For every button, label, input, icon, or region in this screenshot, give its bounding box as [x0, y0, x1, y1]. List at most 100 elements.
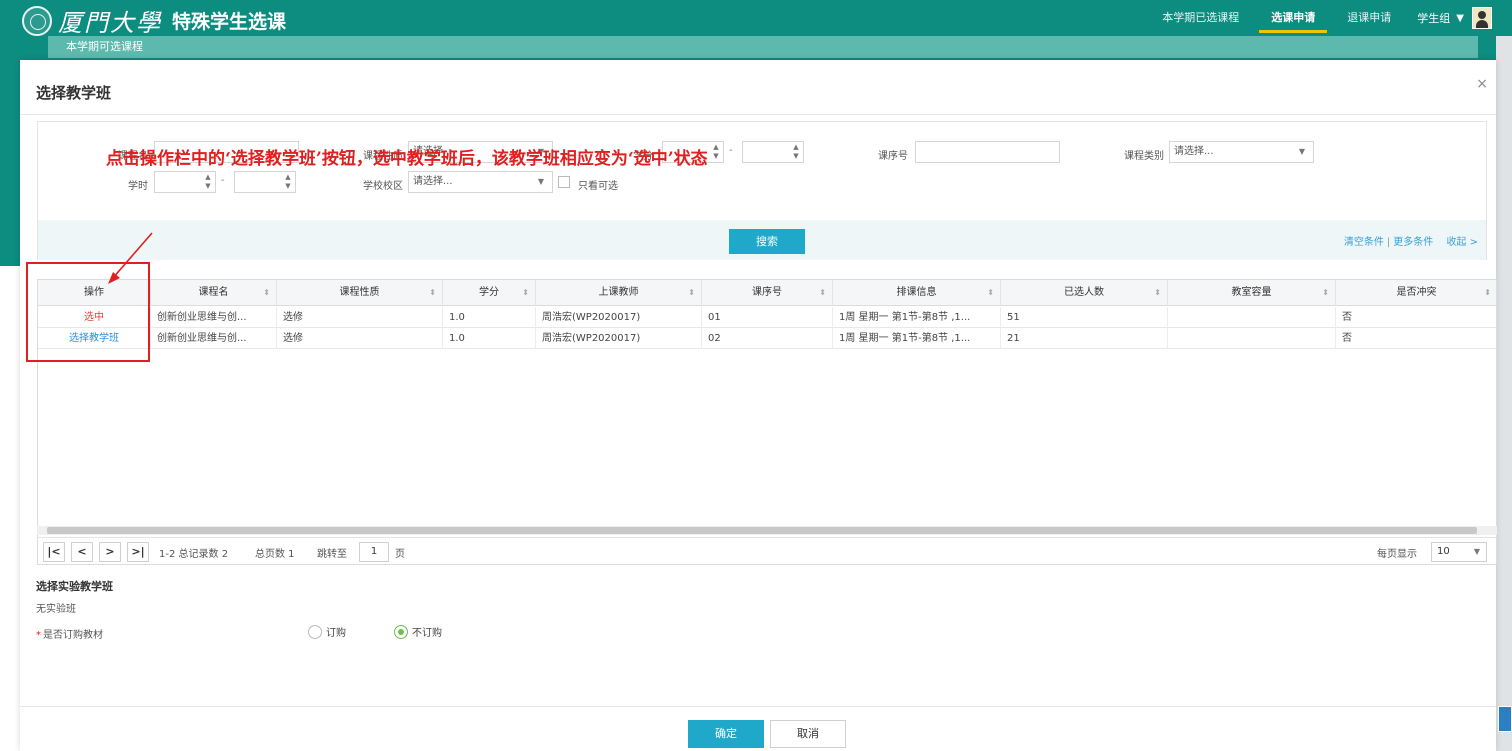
last-page-button[interactable]: >| [127, 542, 149, 562]
textbook-no-order-radio[interactable]: 不订购 [394, 624, 442, 639]
credit-max-stepper[interactable]: ▲ ▼ [742, 141, 804, 163]
goto-page-input[interactable]: 1 [359, 542, 389, 562]
stepper-arrows-icon[interactable]: ▲ ▼ [791, 143, 801, 161]
textbook-order-radio[interactable]: 订购 [308, 624, 346, 639]
search-button[interactable]: 搜索 [729, 229, 805, 254]
nav-course-application[interactable]: 选课申请 [1255, 0, 1331, 36]
cell-schedule: 1周 星期一 第1节-第8节 ,1... [833, 328, 1001, 349]
table-row: 选中 创新创业思维与创... 选修 1.0 周浩宏(WP2020017) 01 … [38, 307, 1496, 328]
link-divider: | [1386, 237, 1391, 248]
sort-icon[interactable]: ⬍ [522, 280, 529, 306]
col-name[interactable]: 课程名 ⬍ [151, 280, 277, 306]
close-icon[interactable]: × [1476, 76, 1488, 92]
textbook-label: * 是否订购教材 [36, 626, 103, 641]
user-name: 学生组 [1417, 12, 1451, 25]
top-bar: 厦門大學 特殊学生选课 本学期已选课程 选课申请 退课申请 学生组 ▼ [0, 0, 1512, 37]
highlight-box [26, 262, 150, 362]
stepper-arrows-icon[interactable]: ▲ ▼ [283, 173, 293, 191]
next-page-button[interactable]: > [99, 542, 121, 562]
chevron-down-icon: ▼ [1473, 547, 1480, 556]
table-row: 选择教学班 创新创业思维与创... 选修 1.0 周浩宏(WP2020017) … [38, 328, 1496, 349]
prev-page-button[interactable]: < [71, 542, 93, 562]
cell-enrolled: 21 [1001, 328, 1168, 349]
sort-icon[interactable]: ⬍ [263, 280, 270, 306]
sort-icon[interactable]: ⬍ [1154, 280, 1161, 306]
hours-label: 学时 [128, 181, 148, 192]
nav-drop-application[interactable]: 退课申请 [1331, 0, 1407, 36]
col-capacity-label: 教室容量 [1231, 287, 1272, 298]
chevron-down-icon: ▼ [1456, 12, 1464, 24]
cell-credit: 1.0 [443, 328, 536, 349]
sort-icon[interactable]: ⬍ [987, 280, 994, 306]
hours-min-stepper[interactable]: ▲ ▼ [154, 171, 216, 193]
col-schedule-label: 排课信息 [896, 287, 937, 298]
only-available-label: 只看可选 [578, 181, 618, 192]
col-capacity[interactable]: 教室容量 ⬍ [1168, 280, 1336, 306]
range-separator: - [221, 175, 225, 186]
horizontal-scrollbar[interactable] [37, 526, 1497, 535]
first-page-button[interactable]: |< [43, 542, 65, 562]
sort-icon[interactable]: ⬍ [819, 280, 826, 306]
university-name: 厦門大學 [58, 9, 162, 37]
required-mark: * [36, 630, 41, 641]
cancel-button[interactable]: 取消 [770, 720, 846, 748]
collapse-link[interactable]: 收起 > [1446, 237, 1478, 248]
side-widget-icon[interactable] [1498, 706, 1512, 732]
col-teacher[interactable]: 上课教师 ⬍ [536, 280, 702, 306]
chevron-down-icon: ▼ [1298, 147, 1305, 156]
stepper-arrows-icon[interactable]: ▲ ▼ [203, 173, 213, 191]
col-credit[interactable]: 学分 ⬍ [443, 280, 536, 306]
per-page-select[interactable]: 10 ▼ [1431, 542, 1487, 562]
col-nature[interactable]: 课程性质 ⬍ [277, 280, 443, 306]
modal-divider [20, 114, 1496, 115]
course-seq-input[interactable] [915, 141, 1060, 163]
clear-conditions-link[interactable]: 清空条件 [1344, 237, 1384, 248]
sort-icon[interactable]: ⬍ [1484, 280, 1491, 306]
radio-checked-icon [394, 624, 408, 639]
hours-max-stepper[interactable]: ▲ ▼ [234, 171, 296, 193]
lab-class-title: 选择实验教学班 [36, 580, 113, 593]
cell-teacher: 周浩宏(WP2020017) [536, 328, 702, 349]
cell-conflict: 否 [1336, 307, 1496, 328]
cell-schedule: 1周 星期一 第1节-第8节 ,1... [833, 307, 1001, 328]
page-unit: 页 [395, 549, 405, 560]
total-pages: 总页数 1 [255, 549, 295, 560]
campus-select[interactable]: 请选择... ▼ [408, 171, 553, 193]
course-category-select[interactable]: 请选择... ▼ [1169, 141, 1314, 163]
col-seq-label: 课序号 [752, 287, 782, 298]
goto-label: 跳转至 [317, 549, 347, 560]
user-menu[interactable]: 学生组 ▼ [1417, 7, 1492, 29]
radio-icon [308, 624, 322, 639]
col-conflict[interactable]: 是否冲突 ⬍ [1336, 280, 1496, 306]
campus-value: 请选择... [413, 176, 453, 187]
confirm-button[interactable]: 确定 [688, 720, 764, 748]
stepper-arrows-icon[interactable]: ▲ ▼ [711, 143, 721, 161]
footer-divider [20, 706, 1496, 707]
instruction-annotation: 点击操作栏中的‘选择教学班’按钮，选中教学班后，该教学班相应变为‘选中’状态 [106, 149, 708, 169]
more-conditions-link[interactable]: 更多条件 [1393, 237, 1433, 248]
per-page-value: 10 [1437, 546, 1450, 557]
cell-capacity [1168, 328, 1336, 349]
col-schedule[interactable]: 排课信息 ⬍ [833, 280, 1001, 306]
range-separator: - [729, 145, 733, 156]
only-available-checkbox[interactable] [558, 176, 570, 188]
col-seq[interactable]: 课序号 ⬍ [702, 280, 833, 306]
avatar [1472, 7, 1492, 29]
sort-icon[interactable]: ⬍ [1322, 280, 1329, 306]
background-scrollbar [1496, 36, 1512, 751]
nav-enrolled-courses[interactable]: 本学期已选课程 [1146, 0, 1255, 36]
cell-capacity [1168, 307, 1336, 328]
col-enrolled[interactable]: 已选人数 ⬍ [1001, 280, 1168, 306]
chevron-down-icon: ▼ [537, 177, 544, 186]
table-header: 操作 课程名 ⬍ 课程性质 ⬍ 学分 ⬍ 上课教师 ⬍ 课序号 ⬍ 排课信息 ⬍ 已选人数 ⬍… [38, 280, 1496, 306]
record-summary: 1-2 总记录数 2 [159, 549, 229, 560]
textbook-label-text: 是否订购教材 [43, 630, 103, 641]
sort-icon[interactable]: ⬍ [688, 280, 695, 306]
pagination: |< < > >| 1-2 总记录数 2 总页数 1 跳转至 1 页 每页显示 … [37, 537, 1497, 565]
cell-enrolled: 51 [1001, 307, 1168, 328]
top-nav: 本学期已选课程 选课申请 退课申请 学生组 ▼ [1146, 0, 1492, 36]
textbook-order-label: 订购 [326, 628, 346, 639]
scrollbar-thumb[interactable] [47, 527, 1477, 534]
sort-icon[interactable]: ⬍ [429, 280, 436, 306]
cell-nature: 选修 [277, 307, 443, 328]
